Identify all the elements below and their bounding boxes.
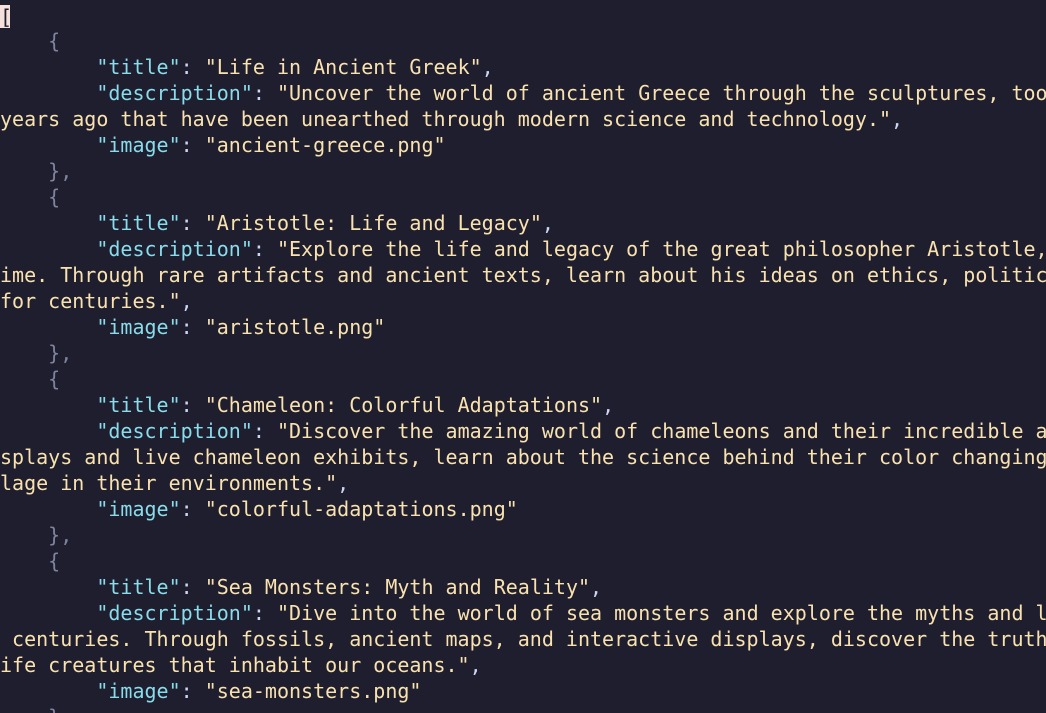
code-line[interactable]: "title": "Life in Ancient Greek",	[0, 54, 1046, 80]
json-key: "description"	[96, 419, 253, 443]
code-line[interactable]: "description": "Discover the amazing wor…	[0, 418, 1046, 444]
code-line[interactable]: "image": "aristotle.png"	[0, 314, 1046, 340]
json-comma: ,	[481, 55, 494, 79]
json-key: "image"	[96, 133, 181, 157]
json-string-value: "Discover the amazing world of chameleon…	[276, 419, 1046, 443]
json-colon: :	[180, 575, 205, 599]
code-line[interactable]: ife creatures that inhabit our oceans.",	[0, 652, 1046, 678]
json-colon: :	[180, 211, 205, 235]
code-line[interactable]: "title": "Chameleon: Colorful Adaptation…	[0, 392, 1046, 418]
json-colon: :	[180, 315, 205, 339]
code-line[interactable]: {	[0, 28, 1046, 54]
code-line[interactable]: centuries. Through fossils, ancient maps…	[0, 626, 1046, 652]
json-key: "description"	[96, 81, 253, 105]
json-comma: ,	[891, 107, 904, 131]
json-brace: {	[48, 185, 61, 209]
code-line[interactable]: for centuries.",	[0, 288, 1046, 314]
json-string-value: "aristotle.png"	[204, 315, 386, 339]
code-line[interactable]: lage in their environments.",	[0, 470, 1046, 496]
json-comma: ,	[590, 575, 603, 599]
code-line[interactable]: "description": "Dive into the world of s…	[0, 600, 1046, 626]
json-key: "image"	[96, 315, 181, 339]
json-string-value: "Uncover the world of ancient Greece thr…	[276, 81, 1046, 105]
code-line[interactable]: },	[0, 340, 1046, 366]
json-brace: },	[48, 341, 73, 365]
json-colon: :	[252, 419, 277, 443]
json-brace: {	[48, 367, 61, 391]
json-key: "image"	[96, 679, 181, 703]
json-string-value: "Aristotle: Life and Legacy"	[204, 211, 542, 235]
json-comma: ,	[541, 211, 554, 235]
code-line[interactable]: {	[0, 184, 1046, 210]
code-line[interactable]: },	[0, 522, 1046, 548]
json-comma: ,	[602, 393, 615, 417]
json-brace: },	[48, 523, 73, 547]
code-line[interactable]: }	[0, 704, 1046, 713]
code-line[interactable]: "image": "sea-monsters.png"	[0, 678, 1046, 704]
code-line[interactable]: "description": "Explore the life and leg…	[0, 236, 1046, 262]
json-colon: :	[180, 497, 205, 521]
json-key: "title"	[96, 575, 181, 599]
json-brace: {	[48, 29, 61, 53]
json-string-continuation: ime. Through rare artifacts and ancient …	[0, 263, 1046, 287]
json-comma: ,	[180, 289, 193, 313]
json-key: "image"	[96, 497, 181, 521]
json-key: "title"	[96, 211, 181, 235]
json-string-continuation: years ago that have been unearthed throu…	[0, 107, 892, 131]
json-brace: }	[48, 705, 60, 713]
json-string-value: "Chameleon: Colorful Adaptations"	[204, 393, 603, 417]
code-line[interactable]: },	[0, 158, 1046, 184]
json-comma: ,	[337, 471, 350, 495]
json-string-value: "Life in Ancient Greek"	[204, 55, 482, 79]
json-colon: :	[180, 679, 205, 703]
json-string-continuation: splays and live chameleon exhibits, lear…	[0, 445, 1046, 469]
code-line[interactable]: "image": "ancient-greece.png"	[0, 132, 1046, 158]
json-key: "description"	[96, 237, 253, 261]
code-line[interactable]: "image": "colorful-adaptations.png"	[0, 496, 1046, 522]
json-string-continuation: ife creatures that inhabit our oceans."	[0, 653, 470, 677]
code-line[interactable]: splays and live chameleon exhibits, lear…	[0, 444, 1046, 470]
json-string-value: "colorful-adaptations.png"	[204, 497, 518, 521]
code-line[interactable]: years ago that have been unearthed throu…	[0, 106, 1046, 132]
code-line[interactable]: "description": "Uncover the world of anc…	[0, 80, 1046, 106]
json-colon: :	[180, 55, 205, 79]
json-brace: {	[48, 549, 61, 573]
text-cursor: [	[0, 4, 13, 28]
json-colon: :	[180, 133, 205, 157]
json-colon: :	[252, 601, 277, 625]
json-string-continuation: centuries. Through fossils, ancient maps…	[0, 627, 1046, 651]
json-colon: :	[252, 81, 277, 105]
json-key: "description"	[96, 601, 253, 625]
json-string-value: "ancient-greece.png"	[204, 133, 446, 157]
json-string-continuation: for centuries."	[0, 289, 181, 313]
code-line[interactable]: [	[0, 2, 1046, 28]
code-line[interactable]: "title": "Sea Monsters: Myth and Reality…	[0, 574, 1046, 600]
code-line[interactable]: "title": "Aristotle: Life and Legacy",	[0, 210, 1046, 236]
json-colon: :	[180, 393, 205, 417]
code-line[interactable]: {	[0, 366, 1046, 392]
json-colon: :	[252, 237, 277, 261]
json-string-value: "Dive into the world of sea monsters and…	[276, 601, 1046, 625]
json-string-value: "Explore the life and legacy of the grea…	[276, 237, 1046, 261]
json-brace: },	[48, 159, 73, 183]
json-comma: ,	[469, 653, 482, 677]
json-string-continuation: lage in their environments."	[0, 471, 338, 495]
code-line[interactable]: {	[0, 548, 1046, 574]
code-line[interactable]: ime. Through rare artifacts and ancient …	[0, 262, 1046, 288]
json-key: "title"	[96, 55, 181, 79]
json-key: "title"	[96, 393, 181, 417]
json-string-value: "Sea Monsters: Myth and Reality"	[204, 575, 591, 599]
code-editor[interactable]: [ { "title": "Life in Ancient Greek", "d…	[0, 0, 1046, 713]
json-string-value: "sea-monsters.png"	[204, 679, 422, 703]
